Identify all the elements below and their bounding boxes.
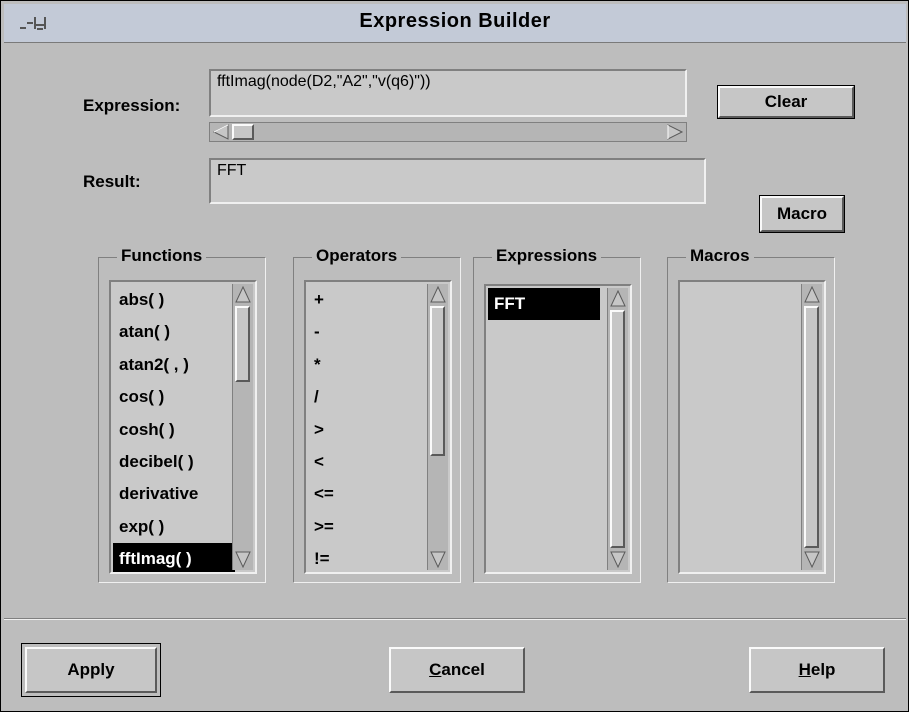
window-title: Expression Builder bbox=[359, 10, 551, 32]
functions-vertical-scrollbar[interactable] bbox=[232, 284, 253, 570]
scroll-down-arrow-icon[interactable] bbox=[804, 550, 820, 568]
result-field[interactable]: FFT bbox=[209, 158, 706, 204]
macro-button-frame: Macro bbox=[759, 195, 845, 233]
operator-item[interactable]: - bbox=[308, 316, 430, 348]
cancel-mnemonic: C bbox=[429, 660, 442, 679]
operator-item[interactable]: * bbox=[308, 349, 430, 381]
expression-item-selected[interactable]: FFT bbox=[488, 288, 600, 321]
scroll-left-arrow-icon[interactable] bbox=[212, 124, 230, 140]
scroll-up-arrow-icon[interactable] bbox=[804, 286, 820, 304]
scroll-down-arrow-icon[interactable] bbox=[235, 550, 251, 568]
functions-scroll-thumb[interactable] bbox=[235, 306, 250, 382]
macros-group: Macros bbox=[667, 246, 835, 583]
expression-field[interactable]: fftImag(node(D2,"A2","v(q6)")) bbox=[209, 69, 687, 117]
function-item[interactable]: atan2( , ) bbox=[113, 349, 235, 381]
scroll-down-arrow-icon[interactable] bbox=[610, 550, 626, 568]
cancel-button[interactable]: Cancel bbox=[389, 647, 525, 693]
scroll-down-arrow-icon[interactable] bbox=[430, 550, 446, 568]
apply-button-frame: Apply bbox=[21, 643, 161, 697]
help-label: elp bbox=[810, 660, 836, 679]
scroll-up-arrow-icon[interactable] bbox=[235, 286, 251, 304]
result-label: Result: bbox=[83, 172, 141, 191]
functions-group: Functions abs( ) atan( ) atan2( , ) cos(… bbox=[98, 246, 266, 583]
function-item[interactable]: exp( ) bbox=[113, 511, 235, 543]
operator-item[interactable]: + bbox=[308, 284, 430, 316]
function-item[interactable]: decibel( ) bbox=[113, 446, 235, 478]
scroll-up-arrow-icon[interactable] bbox=[430, 286, 446, 304]
expression-horizontal-scrollbar[interactable] bbox=[209, 122, 687, 142]
operator-item[interactable]: / bbox=[308, 381, 430, 413]
macros-list[interactable] bbox=[678, 280, 826, 574]
functions-list[interactable]: abs( ) atan( ) atan2( , ) cos( ) cosh( )… bbox=[109, 280, 257, 574]
help-button[interactable]: Help bbox=[749, 647, 885, 693]
scroll-right-arrow-icon[interactable] bbox=[666, 124, 684, 140]
help-mnemonic: H bbox=[798, 660, 811, 679]
expressions-list[interactable]: FFT bbox=[484, 284, 632, 574]
button-row-separator bbox=[4, 618, 906, 620]
operators-title: Operators bbox=[312, 246, 402, 266]
operator-item[interactable]: > bbox=[308, 414, 430, 446]
function-item-selected[interactable]: fftImag( ) bbox=[113, 543, 235, 572]
function-item[interactable]: abs( ) bbox=[113, 284, 235, 316]
operator-item[interactable]: != bbox=[308, 543, 430, 572]
macros-vertical-scrollbar[interactable] bbox=[801, 284, 822, 570]
cancel-label: ancel bbox=[441, 660, 485, 679]
expressions-group: Expressions FFT bbox=[473, 246, 641, 583]
function-item[interactable]: cos( ) bbox=[113, 381, 235, 413]
operator-item[interactable]: < bbox=[308, 446, 430, 478]
expressions-title: Expressions bbox=[492, 246, 602, 266]
operators-vertical-scrollbar[interactable] bbox=[427, 284, 448, 570]
operators-list[interactable]: + - * / > < <= >= != bbox=[304, 280, 452, 574]
title-bar[interactable]: Expression Builder bbox=[4, 4, 906, 43]
operator-item[interactable]: >= bbox=[308, 511, 430, 543]
macros-scroll-thumb[interactable] bbox=[804, 306, 819, 548]
function-item[interactable]: atan( ) bbox=[113, 316, 235, 348]
expression-label: Expression: bbox=[83, 96, 181, 115]
macros-title: Macros bbox=[686, 246, 754, 266]
expressions-scroll-thumb[interactable] bbox=[610, 310, 625, 548]
clear-button-frame: Clear bbox=[717, 85, 855, 119]
clear-button[interactable]: Clear bbox=[718, 86, 854, 118]
expression-scroll-thumb[interactable] bbox=[232, 124, 254, 140]
operators-group: Operators + - * / > < <= >= != bbox=[293, 246, 461, 583]
functions-title: Functions bbox=[117, 246, 207, 266]
scroll-up-arrow-icon[interactable] bbox=[610, 290, 626, 308]
apply-button[interactable]: Apply bbox=[25, 647, 157, 693]
operators-scroll-thumb[interactable] bbox=[430, 306, 445, 456]
function-item[interactable]: derivative bbox=[113, 478, 235, 510]
operator-item[interactable]: <= bbox=[308, 478, 430, 510]
function-item[interactable]: cosh( ) bbox=[113, 414, 235, 446]
macro-button[interactable]: Macro bbox=[760, 196, 844, 232]
expression-builder-dialog: Expression Builder Expression: fftImag(n… bbox=[0, 0, 909, 712]
expressions-vertical-scrollbar[interactable] bbox=[607, 288, 628, 570]
